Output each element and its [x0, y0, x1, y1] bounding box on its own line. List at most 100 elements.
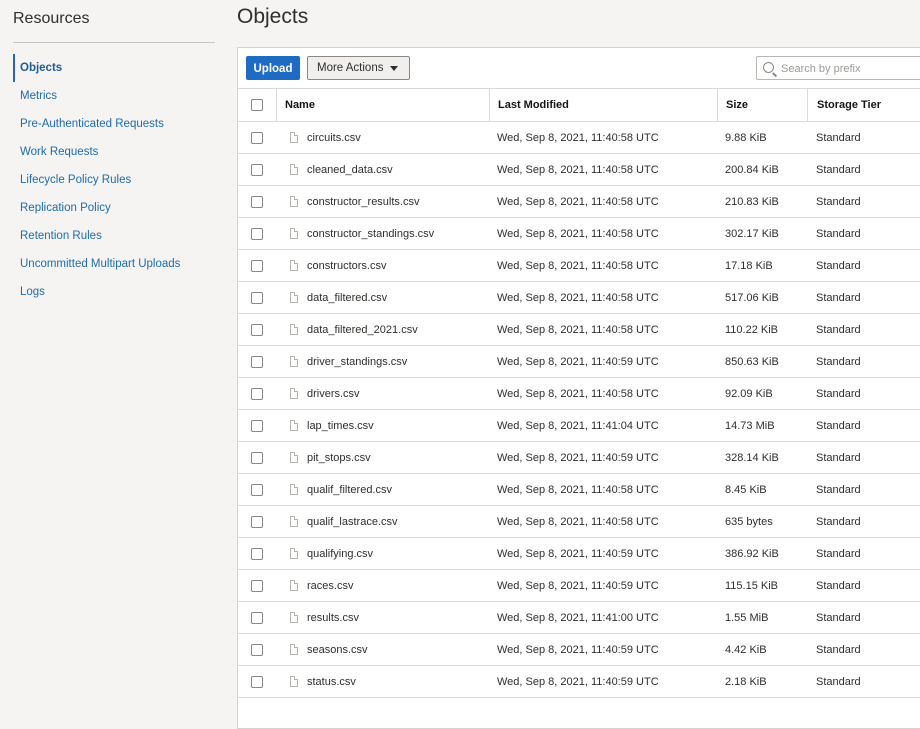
row-checkbox[interactable] — [251, 387, 263, 400]
row-checkbox[interactable] — [251, 451, 263, 464]
sidebar-item-uncommitted-multipart-uploads[interactable]: Uncommitted Multipart Uploads — [13, 250, 223, 278]
sidebar-item-lifecycle-policy-rules[interactable]: Lifecycle Policy Rules — [13, 166, 223, 194]
more-actions-button[interactable]: More Actions — [307, 56, 410, 80]
row-checkbox[interactable] — [251, 515, 263, 528]
sidebar-divider — [13, 42, 215, 43]
object-name-cell: data_filtered_2021.csv — [276, 314, 489, 345]
last-modified-cell: Wed, Sep 8, 2021, 11:40:58 UTC — [497, 515, 659, 528]
file-icon — [290, 196, 298, 207]
row-checkbox[interactable] — [251, 611, 263, 624]
object-name-link[interactable]: circuits.csv — [307, 132, 361, 144]
sidebar-item-logs[interactable]: Logs — [13, 278, 223, 306]
file-icon — [290, 644, 298, 655]
sidebar-item-retention-rules[interactable]: Retention Rules — [13, 222, 223, 250]
file-icon — [290, 132, 298, 143]
object-name-link[interactable]: driver_standings.csv — [307, 356, 407, 368]
object-name-link[interactable]: status.csv — [307, 676, 356, 688]
row-select-cell — [238, 570, 276, 601]
storage-tier-cell: Standard — [816, 483, 861, 496]
table-row: status.csv Wed, Sep 8, 2021, 11:40:59 UTC… — [238, 666, 920, 698]
row-select-cell — [238, 442, 276, 473]
row-checkbox[interactable] — [251, 163, 263, 176]
size-cell: 386.92 KiB — [725, 547, 779, 560]
row-select-cell — [238, 602, 276, 633]
column-header-last-modified[interactable]: Last Modified — [489, 89, 717, 121]
object-name-link[interactable]: races.csv — [307, 580, 353, 592]
table-row: qualifying.csv Wed, Sep 8, 2021, 11:40:59… — [238, 538, 920, 570]
row-checkbox[interactable] — [251, 323, 263, 336]
row-checkbox[interactable] — [251, 675, 263, 688]
size-cell: 302.17 KiB — [725, 227, 779, 240]
row-checkbox[interactable] — [251, 547, 263, 560]
object-name-cell: constructor_standings.csv — [276, 218, 489, 249]
sidebar-item-replication-policy[interactable]: Replication Policy — [13, 194, 223, 222]
size-cell: 110.22 KiB — [725, 323, 779, 336]
object-name-cell: races.csv — [276, 570, 489, 601]
column-header-storage-tier[interactable]: Storage Tier — [807, 89, 920, 121]
column-header-name[interactable]: Name — [276, 89, 489, 121]
storage-tier-cell: Standard — [816, 451, 861, 464]
row-checkbox[interactable] — [251, 483, 263, 496]
object-name-link[interactable]: qualifying.csv — [307, 548, 373, 560]
object-name-cell: qualif_filtered.csv — [276, 474, 489, 505]
object-name-link[interactable]: constructors.csv — [307, 260, 386, 272]
object-name-link[interactable]: qualif_filtered.csv — [307, 484, 392, 496]
object-name-cell: driver_standings.csv — [276, 346, 489, 377]
table-row: lap_times.csv Wed, Sep 8, 2021, 11:41:04 … — [238, 410, 920, 442]
row-checkbox[interactable] — [251, 131, 263, 144]
object-name-link[interactable]: seasons.csv — [307, 644, 368, 656]
object-name-link[interactable]: constructor_results.csv — [307, 196, 419, 208]
row-checkbox[interactable] — [251, 291, 263, 304]
size-cell: 9.88 KiB — [725, 131, 767, 144]
row-checkbox[interactable] — [251, 419, 263, 432]
row-select-cell — [238, 538, 276, 569]
object-name-link[interactable]: data_filtered.csv — [307, 292, 387, 304]
table-row: data_filtered_2021.csv Wed, Sep 8, 2021, … — [238, 314, 920, 346]
object-name-link[interactable]: cleaned_data.csv — [307, 164, 393, 176]
row-checkbox[interactable] — [251, 227, 263, 240]
object-name-link[interactable]: results.csv — [307, 612, 359, 624]
size-cell: 635 bytes — [725, 515, 773, 528]
row-checkbox[interactable] — [251, 643, 263, 656]
file-icon — [290, 388, 298, 399]
object-name-link[interactable]: data_filtered_2021.csv — [307, 324, 418, 336]
object-name-link[interactable]: constructor_standings.csv — [307, 228, 434, 240]
row-checkbox[interactable] — [251, 355, 263, 368]
row-checkbox[interactable] — [251, 259, 263, 272]
chevron-down-icon — [390, 66, 398, 71]
last-modified-cell: Wed, Sep 8, 2021, 11:40:59 UTC — [497, 643, 659, 656]
select-all-checkbox[interactable] — [251, 99, 263, 111]
last-modified-cell: Wed, Sep 8, 2021, 11:40:58 UTC — [497, 131, 659, 144]
row-select-cell — [238, 474, 276, 505]
toolbar: Upload More Actions — [238, 48, 920, 88]
file-icon — [290, 548, 298, 559]
size-cell: 328.14 KiB — [725, 451, 779, 464]
file-icon — [290, 676, 298, 687]
object-name-link[interactable]: lap_times.csv — [307, 420, 374, 432]
object-name-link[interactable]: qualif_lastrace.csv — [307, 516, 398, 528]
object-name-link[interactable]: pit_stops.csv — [307, 452, 371, 464]
search-input[interactable] — [779, 59, 920, 79]
row-select-cell — [238, 314, 276, 345]
row-checkbox[interactable] — [251, 195, 263, 208]
row-checkbox[interactable] — [251, 579, 263, 592]
file-icon — [290, 164, 298, 175]
table-body: circuits.csv Wed, Sep 8, 2021, 11:40:58 U… — [238, 122, 920, 698]
last-modified-cell: Wed, Sep 8, 2021, 11:40:59 UTC — [497, 675, 659, 688]
last-modified-cell: Wed, Sep 8, 2021, 11:40:58 UTC — [497, 227, 659, 240]
table-row: constructor_results.csv Wed, Sep 8, 2021,… — [238, 186, 920, 218]
size-cell: 14.73 MiB — [725, 419, 775, 432]
upload-button[interactable]: Upload — [246, 56, 300, 80]
sidebar-item-metrics[interactable]: Metrics — [13, 82, 223, 110]
table-header-row: Name Last Modified Size Storage Tier — [238, 88, 920, 122]
search-box[interactable] — [756, 56, 920, 80]
column-header-size[interactable]: Size — [717, 89, 807, 121]
sidebar-item-work-requests[interactable]: Work Requests — [13, 138, 223, 166]
object-name-cell: results.csv — [276, 602, 489, 633]
object-name-cell: drivers.csv — [276, 378, 489, 409]
size-cell: 210.83 KiB — [725, 195, 779, 208]
sidebar-item-objects[interactable]: Objects — [13, 54, 223, 82]
sidebar-item-pre-authenticated-requests[interactable]: Pre-Authenticated Requests — [13, 110, 223, 138]
search-icon — [763, 62, 774, 73]
object-name-link[interactable]: drivers.csv — [307, 388, 360, 400]
